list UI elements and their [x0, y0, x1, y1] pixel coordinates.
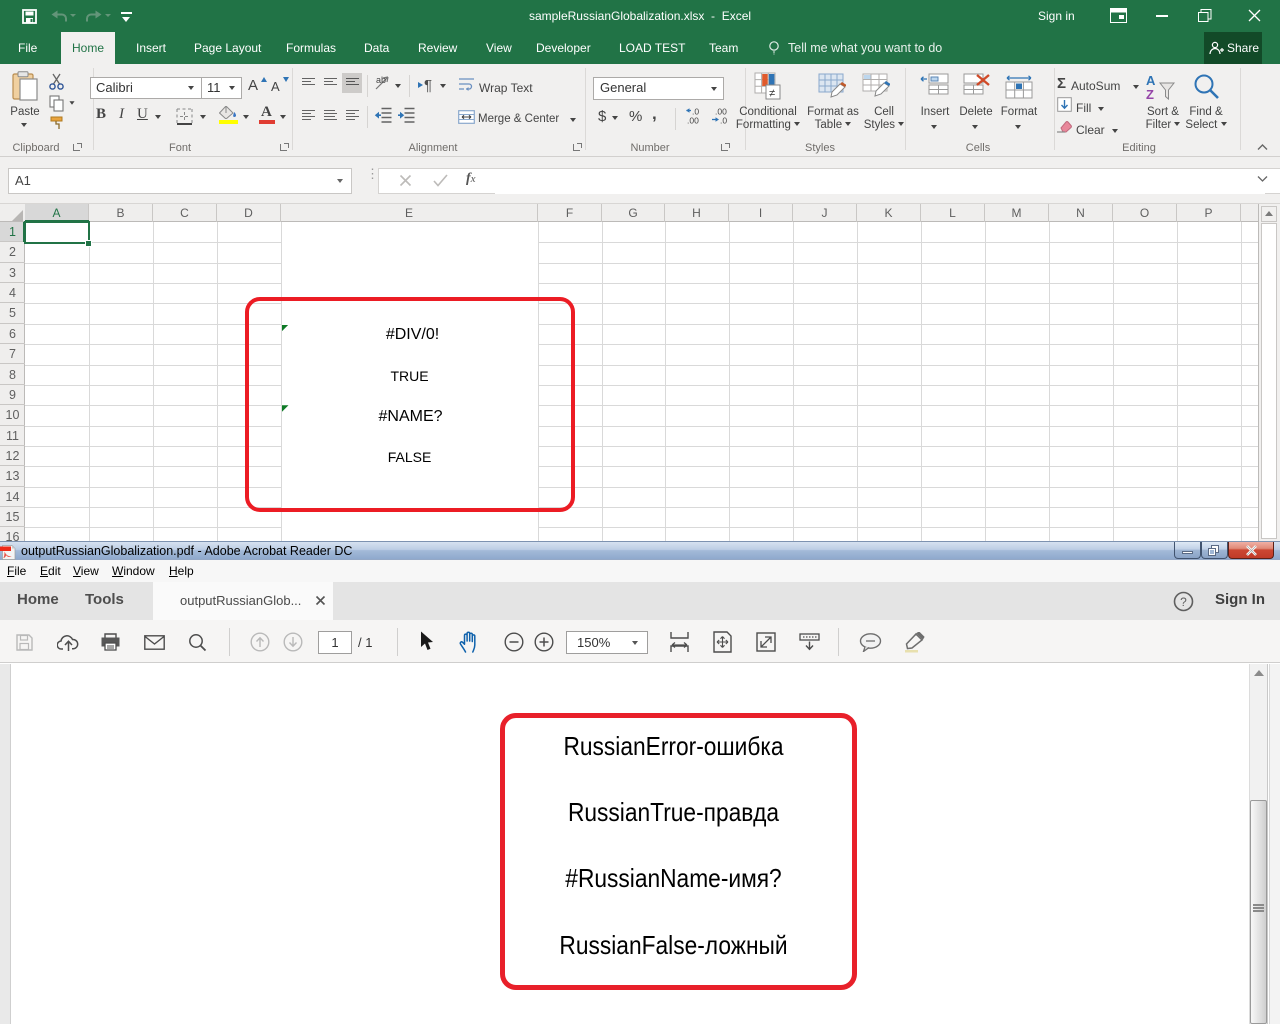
svg-text:ab: ab — [376, 75, 386, 85]
svg-text:.0: .0 — [720, 116, 727, 126]
svg-text:≠: ≠ — [769, 88, 775, 100]
svg-text:Z: Z — [1146, 87, 1154, 102]
svg-text:¶: ¶ — [424, 77, 432, 93]
svg-text:.00: .00 — [687, 116, 699, 126]
svg-text:?: ? — [1180, 595, 1187, 609]
svg-text:A: A — [1146, 73, 1156, 88]
